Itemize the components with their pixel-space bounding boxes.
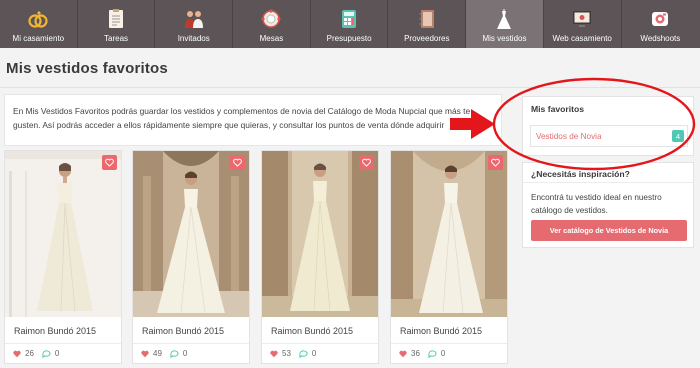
dress-photo[interactable]	[5, 151, 121, 317]
dress-photo[interactable]	[133, 151, 249, 317]
table-icon	[261, 9, 282, 28]
notebook-icon	[418, 10, 434, 28]
inspiration-text: Encontrá tu vestido ideal en nuestro cat…	[531, 191, 689, 217]
comments-stat[interactable]: 0	[428, 349, 445, 358]
guests-icon	[184, 11, 203, 28]
likes-stat[interactable]: 53	[270, 349, 291, 358]
likes-stat[interactable]: 36	[399, 349, 420, 358]
nav-label: Mis vestidos	[482, 34, 527, 43]
nav-label: Proveedores	[404, 34, 450, 43]
checklist-icon	[109, 9, 124, 28]
comments-count: 0	[182, 349, 188, 358]
remove-favorite-button[interactable]	[359, 155, 374, 170]
card-divider	[5, 343, 121, 344]
comment-icon	[428, 349, 437, 358]
comments-stat[interactable]: 0	[42, 349, 59, 358]
card-divider	[262, 343, 378, 344]
nav-item-web-casamiento[interactable]: Web casamiento	[544, 0, 622, 48]
dress-brand[interactable]: Raimon Bundó 2015	[400, 326, 482, 336]
dress-card[interactable]: Raimon Bundó 2015 36 0	[390, 150, 508, 364]
nav-item-mi-casamiento[interactable]: Mi casamiento	[0, 0, 78, 48]
intro-line: gusten. Así podrás acceder a ellos rápid…	[13, 120, 445, 130]
nav-item-proveedores[interactable]: Proveedores	[388, 0, 467, 48]
comments-count: 0	[440, 349, 446, 358]
nav-label: Wedshoots	[640, 34, 681, 43]
view-catalog-button[interactable]: Ver catálogo de Vestidos de Novia	[531, 220, 687, 241]
nav-label: Invitados	[177, 34, 210, 43]
nav-item-wedshoots[interactable]: Wedshoots	[622, 0, 700, 48]
card-stats: 36 0	[399, 349, 453, 358]
likes-count: 49	[153, 349, 162, 358]
inspiration-panel: ¿Necesitás inspiración? Encontrá tu vest…	[522, 162, 694, 248]
comments-count: 0	[54, 349, 60, 358]
nav-label: Presupuesto	[326, 34, 372, 43]
remove-favorite-button[interactable]	[488, 155, 503, 170]
likes-count: 36	[411, 349, 420, 358]
web-icon	[573, 11, 592, 27]
intro-text-box: En Mis Vestidos Favoritos podrás guardar…	[4, 94, 502, 146]
heart-outline-icon	[362, 158, 371, 167]
nav-label: Tareas	[104, 34, 129, 43]
top-nav: Mi casamiento Tareas Invitados Mesas Pre…	[0, 0, 700, 48]
dress-brand[interactable]: Raimon Bundó 2015	[14, 326, 96, 336]
likes-count: 26	[25, 349, 34, 358]
heart-icon	[13, 350, 21, 357]
nav-label: Mesas	[259, 34, 284, 43]
nav-item-tareas[interactable]: Tareas	[78, 0, 156, 48]
dress-card[interactable]: Raimon Bundó 2015 49 0	[132, 150, 250, 364]
inspiration-heading: ¿Necesitás inspiración?	[531, 169, 630, 179]
inspiration-line: Encontrá tu vestido ideal en nuestro	[531, 193, 662, 202]
comment-icon	[42, 349, 51, 358]
likes-stat[interactable]: 49	[141, 349, 162, 358]
heart-icon	[141, 350, 149, 357]
nav-item-presupuesto[interactable]: Presupuesto	[311, 0, 389, 48]
favorites-dresses-link[interactable]: Vestidos de Novia 4	[530, 125, 688, 147]
dress-brand[interactable]: Raimon Bundó 2015	[142, 326, 224, 336]
inspiration-line: catálogo de vestidos.	[531, 206, 608, 215]
likes-stat[interactable]: 26	[13, 349, 34, 358]
favorites-link-label[interactable]: Vestidos de Novia	[536, 132, 602, 141]
heart-outline-icon	[491, 158, 500, 167]
card-stats: 26 0	[13, 349, 67, 358]
remove-favorite-button[interactable]	[230, 155, 245, 170]
favorites-count-badge: 4	[672, 130, 684, 142]
comment-icon	[299, 349, 308, 358]
dress-icon	[497, 9, 512, 29]
rings-icon	[28, 11, 48, 28]
intro-line: En Mis Vestidos Favoritos podrás guardar…	[13, 106, 471, 116]
heart-outline-icon	[105, 158, 114, 167]
card-divider	[133, 343, 249, 344]
comments-stat[interactable]: 0	[170, 349, 187, 358]
favorites-panel: Mis favoritos Vestidos de Novia 4	[522, 96, 694, 156]
title-divider	[0, 87, 700, 88]
nav-item-mesas[interactable]: Mesas	[233, 0, 311, 48]
page-title: Mis vestidos favoritos	[6, 60, 168, 77]
heart-outline-icon	[233, 158, 242, 167]
heart-icon	[399, 350, 407, 357]
comment-icon	[170, 349, 179, 358]
card-divider	[391, 343, 507, 344]
nav-label: Mi casamiento	[12, 34, 65, 43]
dress-card[interactable]: Raimon Bundó 2015 26 0	[4, 150, 122, 364]
favorites-heading: Mis favoritos	[531, 104, 585, 114]
heart-icon	[270, 350, 278, 357]
camera-icon	[652, 12, 669, 26]
calculator-icon	[342, 10, 357, 28]
dress-card[interactable]: Raimon Bundó 2015 53 0	[261, 150, 379, 364]
card-stats: 53 0	[270, 349, 324, 358]
nav-item-mis-vestidos[interactable]: Mis vestidos	[466, 0, 544, 48]
nav-label: Web casamiento	[552, 34, 612, 43]
remove-favorite-button[interactable]	[102, 155, 117, 170]
card-stats: 49 0	[141, 349, 195, 358]
likes-count: 53	[282, 349, 291, 358]
dress-brand[interactable]: Raimon Bundó 2015	[271, 326, 353, 336]
comments-count: 0	[311, 349, 317, 358]
dress-photo[interactable]	[262, 151, 378, 317]
comments-stat[interactable]: 0	[299, 349, 316, 358]
dress-photo[interactable]	[391, 151, 507, 317]
inspiration-divider	[523, 182, 693, 183]
nav-item-invitados[interactable]: Invitados	[155, 0, 234, 48]
